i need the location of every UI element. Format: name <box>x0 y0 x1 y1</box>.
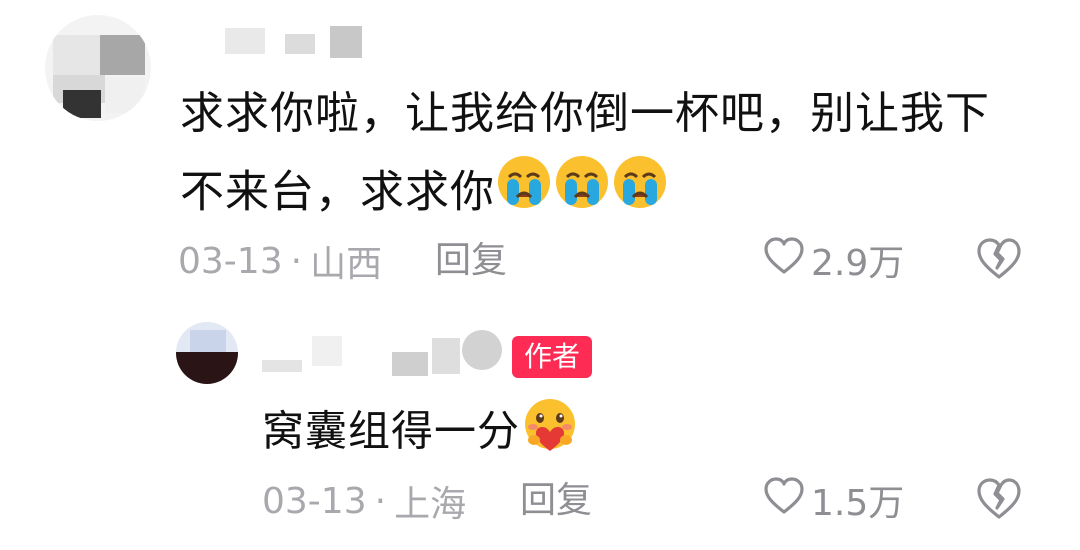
comment-date: 03-13 <box>178 240 283 282</box>
crying-emoji-icon <box>553 153 611 236</box>
comment-like-button[interactable]: 2.9万 <box>763 236 904 284</box>
comment-meta: 03-13 · 山西 <box>178 238 383 286</box>
reply-text: 窝囊组得一分 <box>262 396 1022 472</box>
crying-emoji-icon <box>611 153 669 236</box>
meta-separator: · <box>374 480 387 522</box>
reply-reply-button[interactable]: 回复 <box>520 478 592 524</box>
meta-separator: · <box>290 240 303 282</box>
comment-reply-button[interactable]: 回复 <box>435 238 507 284</box>
commenter-avatar[interactable] <box>45 15 151 121</box>
broken-heart-icon <box>976 478 1022 524</box>
reply-meta: 03-13 · 上海 <box>262 478 467 526</box>
reply-like-count: 1.5万 <box>811 483 905 524</box>
heart-outline-icon <box>763 236 811 284</box>
author-nickname[interactable] <box>262 330 502 380</box>
reply-body: 窝囊组得一分 <box>262 406 521 456</box>
reply-like-button[interactable]: 1.5万 <box>763 476 904 524</box>
reply-dislike-button[interactable] <box>976 478 1022 522</box>
reply-date: 03-13 <box>262 480 367 522</box>
comment-like-count: 2.9万 <box>811 243 905 284</box>
author-badge: 作者 <box>512 336 593 378</box>
commenter-nickname[interactable] <box>225 22 375 62</box>
comment-dislike-button[interactable] <box>976 238 1022 282</box>
broken-heart-icon <box>976 238 1022 284</box>
comment-text: 求求你啦，让我给你倒一杯吧，别让我下不来台，求求你 <box>180 75 1020 236</box>
comment-location: 山西 <box>310 244 383 285</box>
heart-hug-emoji-icon <box>520 396 580 472</box>
crying-emoji-icon <box>495 153 553 236</box>
heart-outline-icon <box>763 476 811 524</box>
author-avatar[interactable] <box>176 322 238 384</box>
reply-location: 上海 <box>394 484 467 525</box>
